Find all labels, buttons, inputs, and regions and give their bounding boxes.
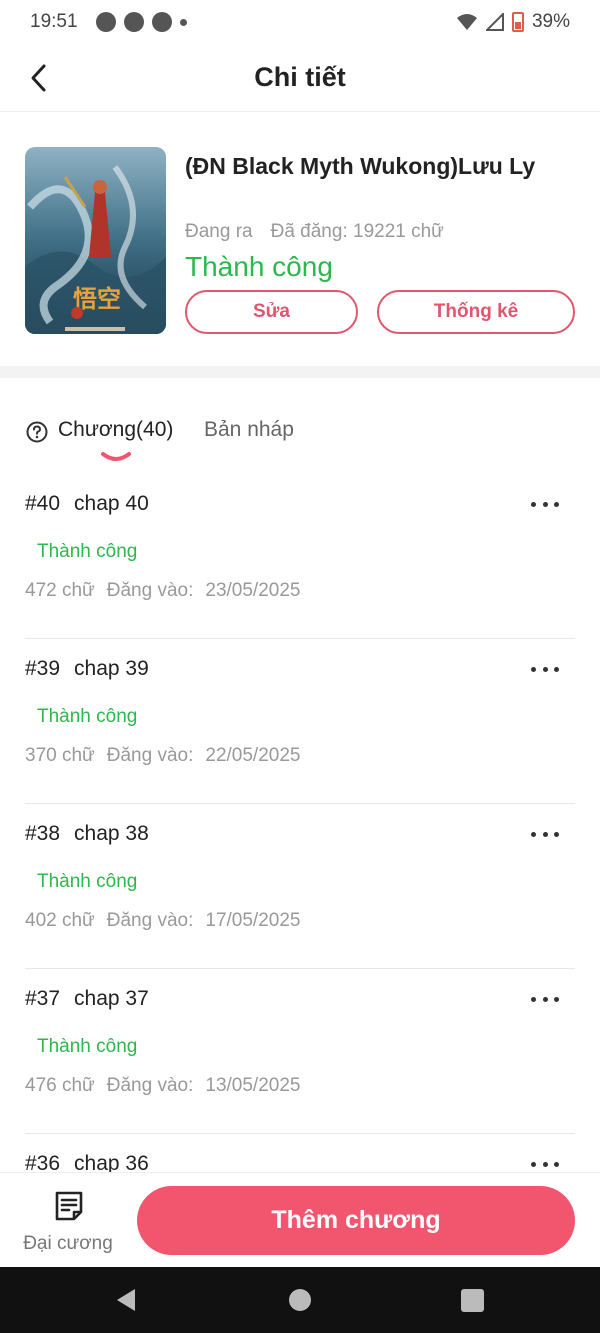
chapter-title: chap 37	[74, 987, 149, 1010]
battery-percent: 39%	[531, 11, 570, 32]
chapter-title: chap 38	[74, 822, 149, 845]
tab-active-indicator	[101, 452, 131, 461]
chapter-status: Thành công	[37, 1036, 138, 1057]
chapter-status: Thành công	[37, 871, 138, 892]
book-meta: Đang ra Đã đăng: 19221 chữ	[185, 221, 444, 243]
notification-icon	[151, 12, 172, 32]
chapter-list: #40 chap 40 Thành công 472 chữ Đăng vào:…	[0, 474, 600, 1172]
chapter-title: chap 36	[74, 1152, 149, 1172]
book-cover[interactable]: 悟空	[25, 147, 166, 334]
chapter-words: 476 chữ	[25, 1075, 95, 1096]
edit-button[interactable]: Sửa	[185, 290, 358, 334]
chapter-title: chap 39	[74, 657, 149, 680]
messenger-icon	[95, 12, 116, 32]
more-icon[interactable]	[531, 1152, 559, 1172]
book-info: 悟空 (ĐN Black Myth Wukong)Lưu Ly Đang ra …	[0, 113, 600, 366]
posted-label: Đăng vào:	[106, 745, 194, 766]
wifi-icon	[456, 14, 477, 30]
word-count: Đã đăng: 19221 chữ	[270, 221, 444, 242]
chapter-item[interactable]: #39 chap 39 Thành công 370 chữ Đăng vào:…	[25, 639, 575, 804]
add-chapter-button[interactable]: Thêm chương	[137, 1186, 575, 1255]
chapter-words: 402 chữ	[25, 910, 95, 931]
signal-icon	[485, 13, 504, 31]
bottom-action-bar: Đại cương Thêm chương	[0, 1172, 600, 1267]
cover-image: 悟空	[25, 147, 166, 334]
status-bar: 19:51 39%	[0, 0, 600, 44]
back-button[interactable]	[18, 58, 58, 98]
chapter-number: #40	[25, 492, 61, 515]
chapter-date: 22/05/2025	[205, 745, 301, 766]
help-icon[interactable]	[26, 421, 48, 443]
chapter-number: #38	[25, 822, 61, 845]
section-divider	[0, 366, 600, 378]
page-title: Chi tiết	[254, 62, 346, 92]
book-title: (ĐN Black Myth Wukong)Lưu Ly	[185, 153, 536, 179]
chapter-item[interactable]: #37 chap 37 Thành công 476 chữ Đăng vào:…	[25, 969, 575, 1134]
posted-label: Đăng vào:	[106, 1075, 194, 1096]
chapter-date: 13/05/2025	[205, 1075, 301, 1096]
posted-label: Đăng vào:	[106, 580, 194, 601]
more-icon[interactable]	[531, 657, 559, 681]
tab-bar: Chương(40) Bản nháp	[0, 400, 600, 470]
notification-icon	[123, 12, 144, 32]
more-icon[interactable]	[531, 987, 559, 1011]
chapter-number: #39	[25, 657, 61, 680]
chapter-item[interactable]: #40 chap 40 Thành công 472 chữ Đăng vào:…	[25, 474, 575, 639]
chapter-words: 370 chữ	[25, 745, 95, 766]
chapter-number: #36	[25, 1152, 61, 1172]
stats-button[interactable]: Thống kê	[377, 290, 575, 334]
outline-label: Đại cương	[23, 1233, 113, 1254]
tab-drafts[interactable]: Bản nháp	[204, 418, 294, 442]
posted-label: Đăng vào:	[106, 910, 194, 931]
nav-back-icon[interactable]	[115, 1288, 137, 1312]
more-icon[interactable]	[531, 492, 559, 516]
system-nav-bar	[0, 1267, 600, 1333]
more-icon[interactable]	[531, 822, 559, 846]
chapter-date: 17/05/2025	[205, 910, 301, 931]
outline-doc-icon	[55, 1191, 83, 1221]
book-status: Thành công	[185, 251, 333, 282]
app-header: Chi tiết	[0, 44, 600, 112]
nav-home-icon[interactable]	[289, 1289, 311, 1311]
outline-button[interactable]: Đại cương	[18, 1187, 118, 1257]
chapter-status: Thành công	[37, 706, 138, 727]
more-notifications-icon	[179, 18, 187, 26]
back-arrow-icon	[31, 64, 46, 92]
chapter-status: Thành công	[37, 541, 138, 562]
chapter-date: 23/05/2025	[205, 580, 301, 601]
chapter-number: #37	[25, 987, 61, 1010]
tab-chapters[interactable]: Chương(40)	[58, 418, 173, 442]
status-time: 19:51	[30, 11, 78, 32]
chapter-item[interactable]: #36 chap 36	[25, 1134, 575, 1172]
chapter-title: chap 40	[74, 492, 149, 515]
battery-icon	[511, 12, 524, 32]
publish-state: Đang ra	[185, 221, 253, 242]
chapter-item[interactable]: #38 chap 38 Thành công 402 chữ Đăng vào:…	[25, 804, 575, 969]
nav-recent-icon[interactable]	[461, 1289, 484, 1312]
chapter-words: 472 chữ	[25, 580, 95, 601]
